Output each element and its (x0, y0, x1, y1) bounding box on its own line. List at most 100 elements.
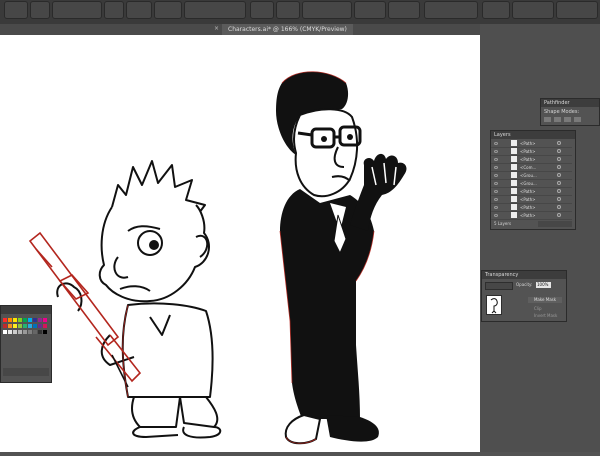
style-dropdown[interactable] (154, 1, 182, 19)
align-icons-group[interactable] (302, 1, 352, 19)
layer-row[interactable]: <Path> (491, 156, 572, 164)
swatch[interactable] (38, 330, 42, 334)
layer-row[interactable]: <Path> (491, 212, 572, 220)
swatch[interactable] (23, 318, 27, 322)
opacity-control[interactable] (184, 1, 246, 19)
swatch[interactable] (38, 318, 42, 322)
visibility-eye-icon[interactable] (494, 198, 498, 201)
layers-footer-buttons[interactable] (538, 221, 572, 227)
layer-row[interactable]: <Path> (491, 196, 572, 204)
swatch[interactable] (33, 330, 37, 334)
target-circle-icon[interactable] (557, 165, 561, 169)
help-search-input[interactable] (512, 1, 554, 19)
swatch[interactable] (18, 324, 22, 328)
swatch[interactable] (18, 330, 22, 334)
swatch[interactable] (13, 324, 17, 328)
swatch[interactable] (23, 324, 27, 328)
align-button[interactable] (250, 1, 274, 19)
window-controls[interactable] (556, 1, 598, 19)
swatch[interactable] (8, 330, 12, 334)
pathfinder-panel: Pathfinder Shape Modes: (540, 98, 600, 126)
target-circle-icon[interactable] (557, 157, 561, 161)
swatch[interactable] (8, 324, 12, 328)
swatches-footer-buttons[interactable] (3, 368, 49, 376)
layer-row[interactable]: <Com... (491, 164, 572, 172)
distribute-icons-group[interactable] (354, 1, 386, 19)
layer-thumbnail (511, 204, 517, 210)
target-circle-icon[interactable] (557, 141, 561, 145)
layer-row[interactable]: <Path> (491, 140, 572, 148)
swatch[interactable] (23, 330, 27, 334)
visibility-eye-icon[interactable] (494, 182, 498, 185)
layer-thumbnail (511, 140, 517, 146)
visibility-eye-icon[interactable] (494, 150, 498, 153)
swatches-panel-header[interactable] (1, 306, 51, 314)
variable-width-dropdown[interactable] (104, 1, 124, 19)
visibility-eye-icon[interactable] (494, 174, 498, 177)
search-field[interactable] (482, 1, 510, 19)
unite-icon[interactable] (544, 117, 551, 122)
character-artwork[interactable] (0, 35, 480, 452)
document-tab[interactable]: Characters.ai* @ 166% (CMYK/Preview) (222, 24, 353, 35)
swatch[interactable] (28, 330, 32, 334)
swatch[interactable] (3, 330, 7, 334)
arrange-documents-button[interactable] (388, 1, 420, 19)
target-circle-icon[interactable] (557, 189, 561, 193)
target-circle-icon[interactable] (557, 205, 561, 209)
layer-row[interactable]: <Path> (491, 148, 572, 156)
workspace-switcher[interactable] (424, 1, 478, 19)
layer-row[interactable]: <Grou... (491, 180, 572, 188)
invert-mask-checkbox[interactable]: Invert Mask (534, 313, 557, 318)
swatch[interactable] (28, 324, 32, 328)
opacity-input[interactable]: 100% (536, 282, 551, 288)
swatch[interactable] (43, 324, 47, 328)
layers-panel-title[interactable]: Layers (491, 131, 575, 139)
swatch[interactable] (13, 330, 17, 334)
layer-name: <Path> (520, 141, 536, 146)
swatch[interactable] (43, 330, 47, 334)
suited-man-character (276, 71, 407, 445)
layer-name: <Path> (520, 197, 536, 202)
stroke-control[interactable] (52, 1, 102, 19)
target-circle-icon[interactable] (557, 181, 561, 185)
swatch[interactable] (3, 324, 7, 328)
visibility-eye-icon[interactable] (494, 214, 498, 217)
swatch[interactable] (13, 318, 17, 322)
intersect-icon[interactable] (564, 117, 571, 122)
brush-dropdown[interactable] (126, 1, 152, 19)
pathfinder-panel-title[interactable]: Pathfinder (541, 99, 599, 107)
thumbnail-figure-icon (490, 298, 498, 314)
blend-mode-select[interactable] (485, 282, 513, 290)
swatch[interactable] (33, 318, 37, 322)
transform-button[interactable] (276, 1, 300, 19)
target-circle-icon[interactable] (557, 173, 561, 177)
visibility-eye-icon[interactable] (494, 158, 498, 161)
swatch[interactable] (3, 318, 7, 322)
visibility-eye-icon[interactable] (494, 142, 498, 145)
swatch[interactable] (43, 318, 47, 322)
tool-preset-dropdown[interactable] (4, 1, 28, 19)
visibility-eye-icon[interactable] (494, 166, 498, 169)
transparency-panel-title[interactable]: Transparency (482, 271, 566, 279)
visibility-eye-icon[interactable] (494, 190, 498, 193)
clip-checkbox[interactable]: Clip (534, 306, 542, 311)
minus-front-icon[interactable] (554, 117, 561, 122)
fill-swatch[interactable] (30, 1, 50, 19)
swatch[interactable] (38, 324, 42, 328)
exclude-icon[interactable] (574, 117, 581, 122)
layer-row[interactable]: <Grou... (491, 172, 572, 180)
swatch[interactable] (18, 318, 22, 322)
swatch[interactable] (28, 318, 32, 322)
swatch[interactable] (33, 324, 37, 328)
layer-row[interactable]: <Path> (491, 188, 572, 196)
target-circle-icon[interactable] (557, 197, 561, 201)
visibility-eye-icon[interactable] (494, 206, 498, 209)
artboard-canvas[interactable] (0, 35, 480, 452)
swatch[interactable] (8, 318, 12, 322)
close-tab-icon[interactable]: × (214, 26, 220, 32)
target-circle-icon[interactable] (557, 149, 561, 153)
layer-name: <Path> (520, 213, 536, 218)
make-mask-button[interactable]: Make Mask (528, 297, 562, 303)
target-circle-icon[interactable] (557, 213, 561, 217)
layer-row[interactable]: <Path> (491, 204, 572, 212)
